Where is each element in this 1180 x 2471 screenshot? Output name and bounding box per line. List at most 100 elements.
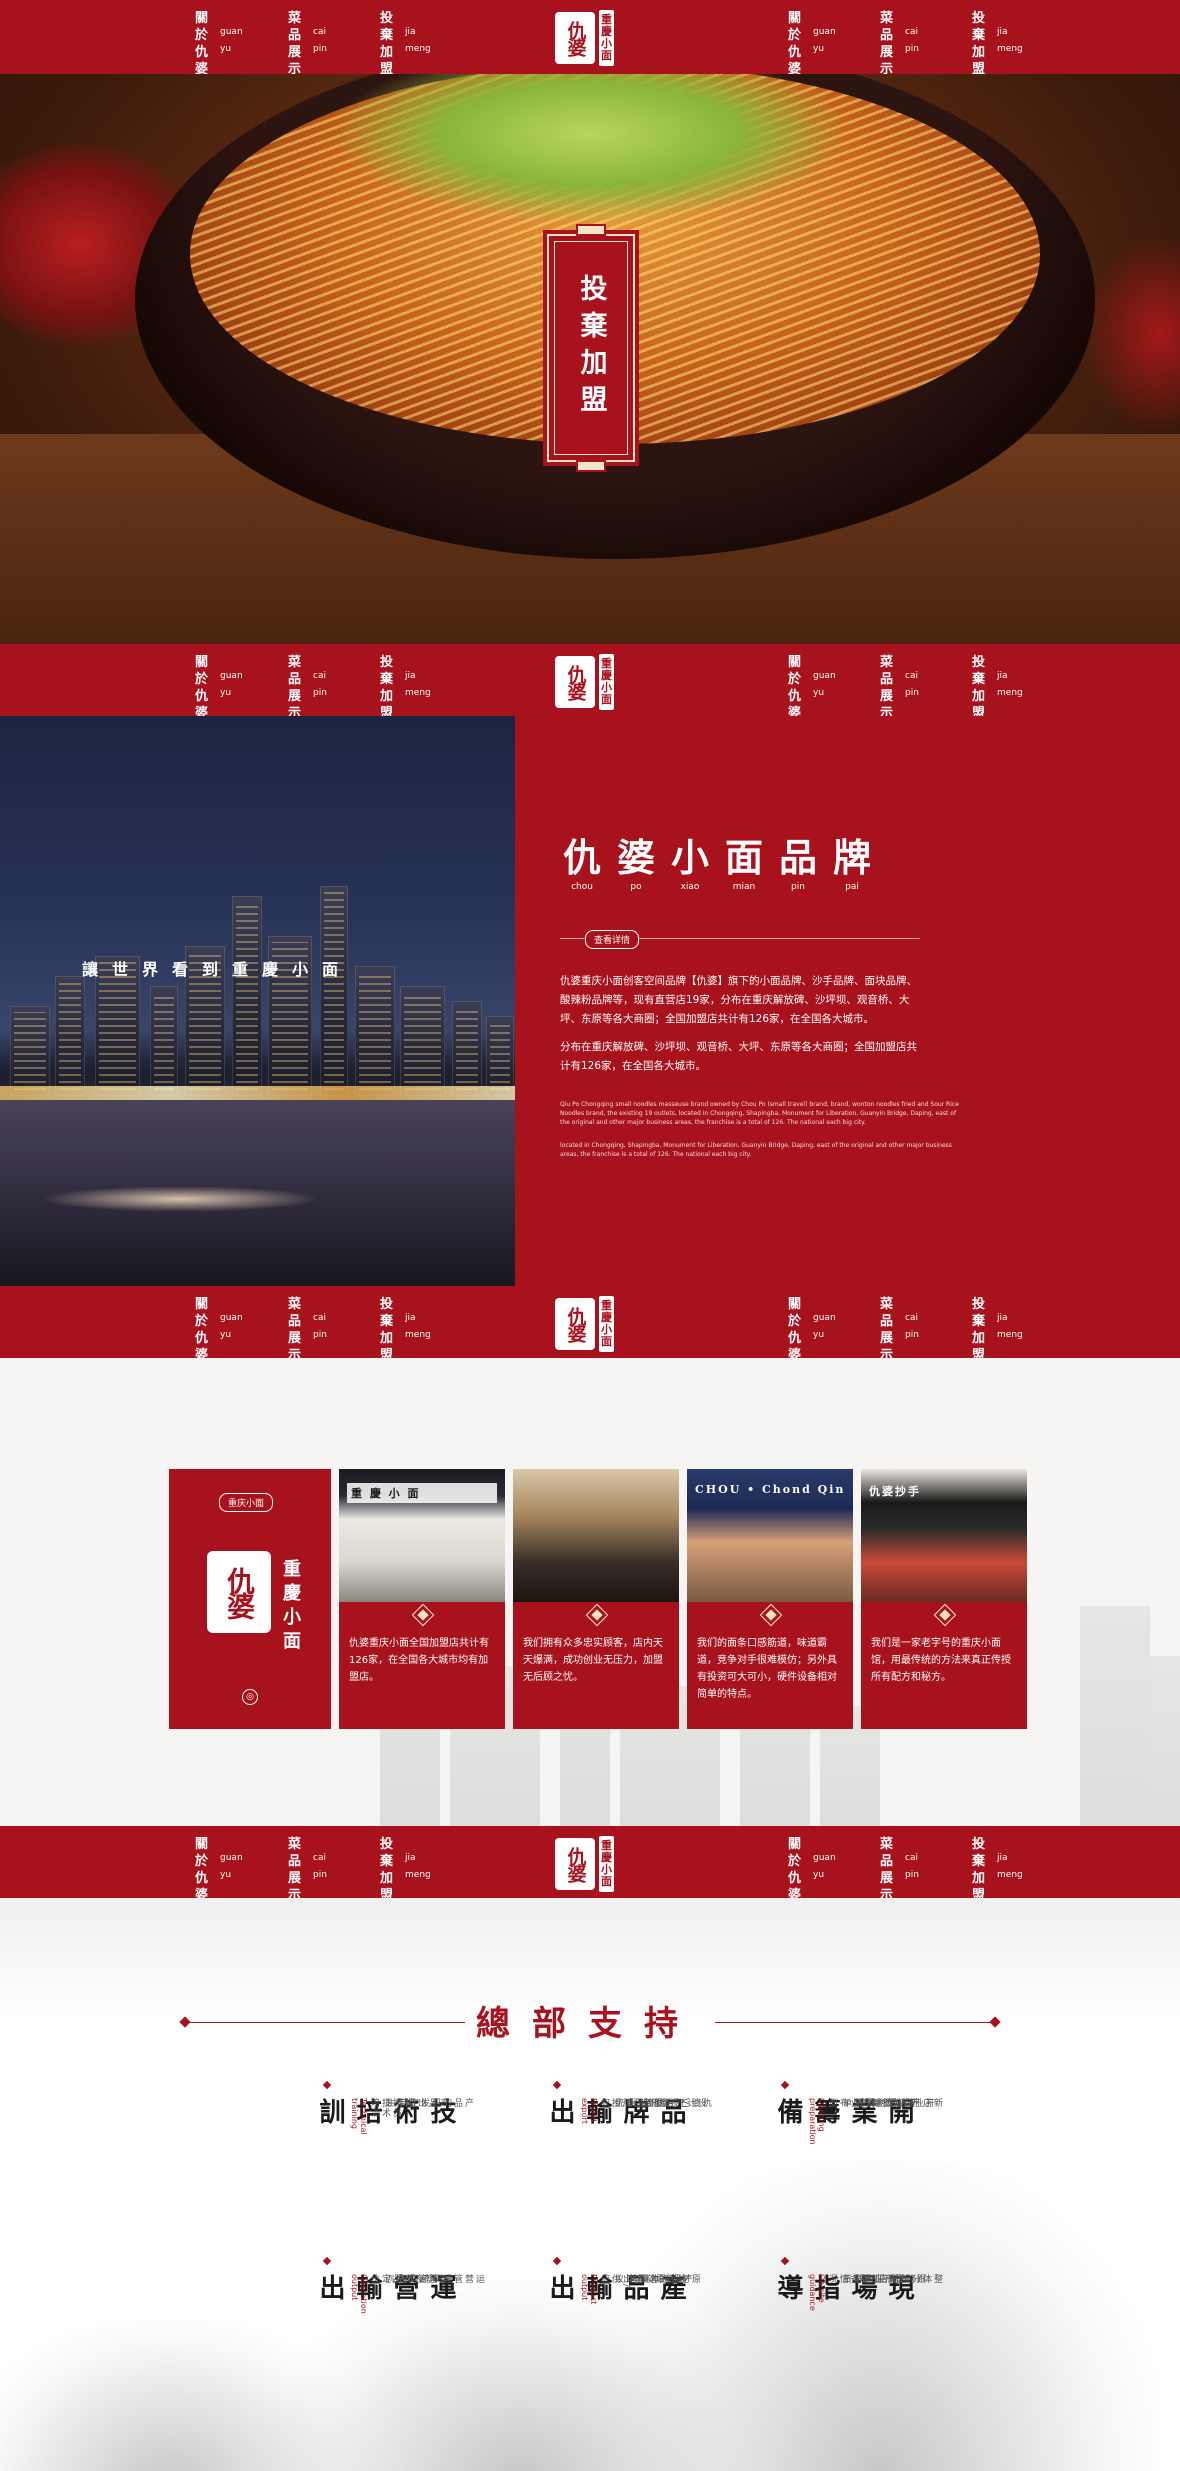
support-item-en: Brand export xyxy=(580,2098,598,2124)
nav-label-char: 於 xyxy=(788,672,802,687)
brand-logo[interactable]: 仇婆重慶小面 xyxy=(555,1836,625,1892)
nav-label-char: 展 xyxy=(288,1331,302,1346)
seal-icon: ◎ xyxy=(242,1689,258,1705)
nav-pinyin: cai xyxy=(905,1853,918,1863)
nav-item-left-1[interactable]: 菜品展示 cai pin xyxy=(288,1836,327,1904)
nav-label-char: 投 xyxy=(380,1837,394,1852)
brand-logo-side: 重慶小面 xyxy=(280,1559,301,1655)
store-card[interactable]: CHOU • Chond Qing Noodles 我们的面条口感筋道，味道霸道，… xyxy=(687,1469,853,1729)
brand-logo[interactable]: 仇婆重慶小面 xyxy=(555,654,625,710)
nav-label-char: 關 xyxy=(788,1837,802,1852)
title-rule-left xyxy=(185,2022,465,2023)
store-sign: 重 慶 小 面 xyxy=(347,1483,497,1503)
diamond-icon xyxy=(780,2080,790,2090)
diamond-icon xyxy=(552,2080,562,2090)
nav-item-left-2[interactable]: 投棄加盟 jia meng xyxy=(380,1836,431,1904)
logo-mark: 仇婆 xyxy=(564,1847,587,1881)
nav-label-char: 品 xyxy=(288,1854,302,1869)
nav-pinyin: guan xyxy=(813,1853,836,1863)
nav-item-left-1[interactable]: 菜品展示 cai pin xyxy=(288,10,327,78)
nav-item-right-2[interactable]: 投棄加盟 jia meng xyxy=(972,10,1023,78)
store-photo: CHOU • Chond Qing Noodles xyxy=(687,1469,853,1602)
nav-label-char: 展 xyxy=(288,689,302,704)
top-navigation: 關於仇婆 guan yu 菜品展示 cai pin 投棄加盟 jia meng 關於仇婆 guan y… xyxy=(0,1826,1180,1903)
support-title-char: 支 xyxy=(588,2004,622,2044)
nav-item-right-0[interactable]: 關於仇婆 guan yu xyxy=(788,10,836,78)
top-navigation: 關於仇婆 guan yu 菜品展示 cai pin 投棄加盟 jia meng 關於仇婆 guan y… xyxy=(0,0,1180,77)
nav-pinyin: guan xyxy=(220,27,243,37)
nav-item-right-0[interactable]: 關於仇婆 guan yu xyxy=(788,1296,836,1364)
badge-cap-top xyxy=(576,224,606,236)
nav-label-char: 投 xyxy=(972,1297,986,1312)
nav-item-right-1[interactable]: 菜品展示 cai pin xyxy=(880,10,919,78)
logo-side-text: 重慶小面 xyxy=(599,1836,614,1892)
store-description: 我们是一家老字号的重庆小面馆，用最传统的方法来真正传授所有配方和秘方。 xyxy=(871,1638,1011,1683)
nav-item-left-2[interactable]: 投棄加盟 jia meng xyxy=(380,10,431,78)
nav-label-char: 仇 xyxy=(788,1871,802,1886)
nav-item-right-1[interactable]: 菜品展示 cai pin xyxy=(880,654,919,722)
nav-label-char: 品 xyxy=(288,1314,302,1329)
nav-label-char: 加 xyxy=(380,1331,394,1346)
logo-mark: 仇婆 xyxy=(564,665,587,699)
nav-item-right-2[interactable]: 投棄加盟 jia meng xyxy=(972,1296,1023,1364)
nav-label-char: 菜 xyxy=(288,1297,302,1312)
nav-item-right-0[interactable]: 關於仇婆 guan yu xyxy=(788,654,836,722)
top-navigation: 關於仇婆 guan yu 菜品展示 cai pin 投棄加盟 jia meng 關於仇婆 guan y… xyxy=(0,1286,1180,1363)
store-card[interactable]: 重 慶 小 面仇婆重庆小面全国加盟店共计有126家，在全国各大城市均有加盟店。 xyxy=(339,1469,505,1729)
nav-label-char: 展 xyxy=(288,1871,302,1886)
franchise-badge[interactable]: 投棄加盟 xyxy=(543,224,639,472)
store-card[interactable]: 仇婆抄手我们是一家老字号的重庆小面馆，用最传统的方法来真正传授所有配方和秘方。 xyxy=(861,1469,1027,1729)
nav-label-char: 品 xyxy=(880,1314,894,1329)
nav-item-right-2[interactable]: 投棄加盟 jia meng xyxy=(972,1836,1023,1904)
support-item-en: Technical training xyxy=(350,2098,368,2135)
badge-cap-bottom xyxy=(576,460,606,472)
nav-pinyin: jia xyxy=(405,1313,416,1323)
nav-pinyin: pin xyxy=(313,44,327,54)
nav-label-char: 仇 xyxy=(195,1331,209,1346)
brand-section: 讓世界看到重慶小面 仇 chou 婆 po 小 xiao 面 mian 品 pin 牌 pai 查看详… xyxy=(0,716,1180,1286)
details-tag[interactable]: 查看详情 xyxy=(585,930,640,949)
nav-item-left-0[interactable]: 關於仇婆 guan yu xyxy=(195,10,243,78)
nav-pinyin: meng xyxy=(405,688,431,698)
nav-pinyin: cai xyxy=(313,671,326,681)
store-card[interactable]: 我们拥有众多忠实顾客，店内天天爆满，成功创业无压力，加盟无后顾之忧。 xyxy=(513,1469,679,1729)
nav-label-char: 關 xyxy=(195,655,209,670)
nav-pinyin: meng xyxy=(997,688,1023,698)
nav-label-char: 投 xyxy=(972,1837,986,1852)
brand-logo[interactable]: 仇婆重慶小面 xyxy=(555,1296,625,1352)
nav-item-left-2[interactable]: 投棄加盟 jia meng xyxy=(380,654,431,722)
nav-item-left-1[interactable]: 菜品展示 cai pin xyxy=(288,654,327,722)
nav-item-left-0[interactable]: 關於仇婆 guan yu xyxy=(195,1836,243,1904)
nav-pinyin: meng xyxy=(405,1870,431,1880)
brand-description: 仇婆重庆小面创客空间品牌【仇婆】旗下的小面品牌、沙手品牌、面块品牌、酸辣粉品牌等… xyxy=(560,975,917,1025)
store-photo: 重 慶 小 面 xyxy=(339,1469,505,1602)
nav-label-char: 品 xyxy=(288,28,302,43)
stores-section: 重庆小面 仇婆 重慶小面 ◎ 重 慶 小 面仇婆重庆小面全国加盟店共计有126家… xyxy=(0,1358,1180,1826)
nav-label-char: 於 xyxy=(195,1854,209,1869)
nav-item-right-2[interactable]: 投棄加盟 jia meng xyxy=(972,654,1023,722)
nav-pinyin: jia xyxy=(405,27,416,37)
nav-label-char: 加 xyxy=(380,45,394,60)
nav-label-char: 棄 xyxy=(972,28,986,43)
nav-item-right-1[interactable]: 菜品展示 cai pin xyxy=(880,1296,919,1364)
store-sign: 仇婆抄手 xyxy=(869,1485,921,1498)
emblem-icon xyxy=(411,1603,435,1627)
nav-item-right-0[interactable]: 關於仇婆 guan yu xyxy=(788,1836,836,1904)
nav-label-char: 菜 xyxy=(288,1837,302,1852)
nav-item-right-1[interactable]: 菜品展示 cai pin xyxy=(880,1836,919,1904)
nav-item-left-2[interactable]: 投棄加盟 jia meng xyxy=(380,1296,431,1364)
nav-pinyin: pin xyxy=(313,1330,327,1340)
nav-label-char: 菜 xyxy=(288,11,302,26)
nav-label-char: 展 xyxy=(880,1871,894,1886)
nav-pinyin: meng xyxy=(405,1330,431,1340)
nav-item-left-0[interactable]: 關於仇婆 guan yu xyxy=(195,1296,243,1364)
brand-logo[interactable]: 仇婆重慶小面 xyxy=(555,10,625,66)
support-title-char: 部 xyxy=(532,2004,566,2044)
nav-label-char: 品 xyxy=(288,672,302,687)
nav-item-left-1[interactable]: 菜品展示 cai pin xyxy=(288,1296,327,1364)
nav-item-left-0[interactable]: 關於仇婆 guan yu xyxy=(195,654,243,722)
nav-pinyin: guan xyxy=(220,1313,243,1323)
support-item-detail: 产品成本核算 xyxy=(627,2274,692,2284)
diamond-icon xyxy=(322,2256,332,2266)
nav-pinyin: jia xyxy=(997,27,1008,37)
